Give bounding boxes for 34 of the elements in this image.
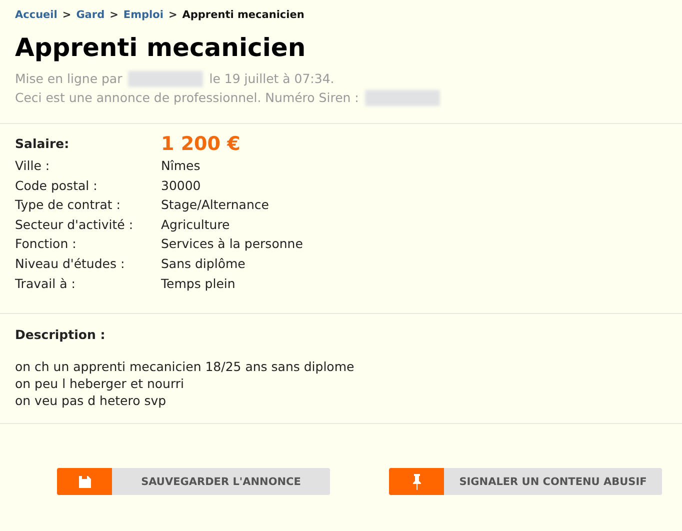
meta-text: le 19 juillet à 07:34. — [209, 70, 334, 88]
breadcrumb-separator: > — [168, 9, 178, 21]
salary-value: 1 200 € — [161, 132, 240, 156]
detail-label: Type de contrat : — [15, 196, 122, 214]
detail-value: Services à la personne — [161, 235, 303, 254]
detail-label: Travail à : — [15, 274, 76, 293]
breadcrumb-separator: > — [110, 9, 118, 21]
detail-label: Niveau d'études : — [15, 254, 126, 273]
detail-value: Agriculture — [161, 216, 230, 234]
detail-value: 30000 — [161, 176, 201, 195]
detail-value: Temps plein — [161, 274, 236, 293]
save-ad-button[interactable]: SAUVEGARDER L'ANNONCE — [57, 468, 330, 496]
breadcrumb-link[interactable]: Emploi — [123, 9, 164, 21]
report-button[interactable]: SIGNALER UN CONTENU ABUSIF — [389, 468, 662, 496]
detail-value: Sans diplôme — [161, 254, 246, 273]
description-heading: Description : — [15, 327, 106, 342]
detail-value: Nîmes — [161, 157, 200, 175]
salary-label: Salaire: — [15, 135, 70, 153]
breadcrumb-link[interactable]: Gard — [76, 9, 105, 21]
breadcrumb-current: Apprenti mecanicien — [182, 9, 304, 21]
description-line: on ch un apprenti mecanicien 18/25 ans sans diplome — [15, 358, 356, 376]
meta-text: Ceci est une annonce de professionnel. Numéro Siren : — [15, 89, 359, 107]
breadcrumb-separator: > — [62, 9, 72, 21]
detail-label: Ville : — [15, 157, 51, 175]
meta-text: Mise en ligne par — [15, 70, 122, 88]
breadcrumb-link[interactable]: Accueil — [15, 9, 58, 21]
description-line: on veu pas d hetero svp — [15, 392, 168, 410]
detail-label: Secteur d'activité : — [15, 216, 134, 234]
detail-value: Stage/Alternance — [161, 196, 269, 214]
detail-label: Code postal : — [15, 176, 98, 195]
detail-label: Fonction : — [15, 235, 78, 254]
pushpin-icon — [412, 474, 420, 490]
description-line: on peu l heberger et nourri — [15, 375, 185, 392]
ad-title: Apprenti mecanicien — [15, 33, 307, 63]
